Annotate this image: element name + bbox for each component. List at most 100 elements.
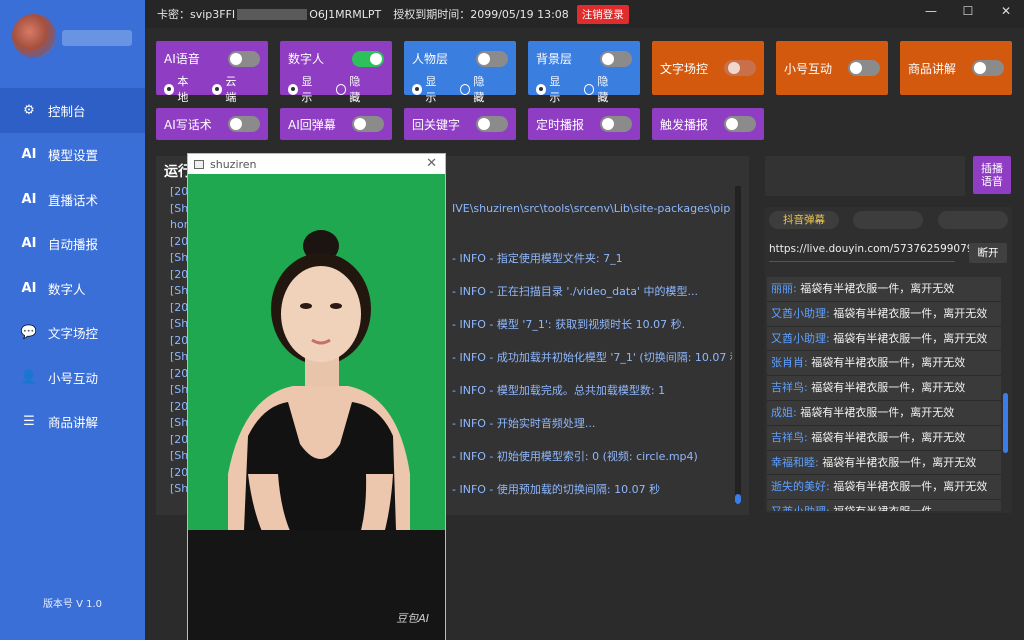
timed-broadcast-toggle[interactable] bbox=[600, 116, 632, 132]
close-icon[interactable]: ✕ bbox=[995, 4, 1017, 18]
danmu-message: 丽丽: 福袋有半裙衣服一件，离开无效 bbox=[767, 277, 1001, 302]
sidebar-item-live-script[interactable]: AI 直播话术 bbox=[0, 177, 145, 222]
digital-human-toggle[interactable] bbox=[352, 50, 384, 67]
danmu-scrollbar[interactable] bbox=[1003, 393, 1008, 453]
danmu-username: 又酋小助理: bbox=[771, 331, 830, 345]
maximize-icon[interactable]: ☐ bbox=[957, 4, 979, 18]
live-url-input[interactable]: https://live.douyin.com/573762599079 bbox=[769, 243, 973, 255]
preview-title-bar[interactable]: shuziren ✕ bbox=[188, 154, 445, 174]
tab-douyin-danmu[interactable]: 抖音弹幕 bbox=[769, 211, 839, 229]
keyword-reply-card: 回关键字 bbox=[404, 108, 516, 140]
preview-title: shuziren bbox=[210, 157, 257, 171]
radio-hide[interactable]: 隐藏 bbox=[460, 73, 494, 105]
background-layer-card: 背景层 显示 隐藏 bbox=[528, 41, 640, 104]
sidebar-item-alt-interaction[interactable]: 👤 小号互动 bbox=[0, 355, 145, 400]
ai-icon: AI bbox=[21, 236, 37, 252]
radio-dot-icon bbox=[336, 83, 347, 95]
sidebar-item-text-control[interactable]: 💬 文字场控 bbox=[0, 311, 145, 356]
logout-button[interactable]: 注销登录 bbox=[576, 4, 629, 24]
character-layer-toggle[interactable] bbox=[476, 50, 508, 67]
character-layer-label: 人物层 bbox=[412, 52, 449, 66]
text-control-label: 文字场控 bbox=[660, 61, 709, 76]
radio-label: 显示 bbox=[549, 75, 561, 104]
avatar[interactable] bbox=[12, 14, 56, 58]
radio-cloud[interactable]: 云端 bbox=[212, 73, 246, 105]
radio-dot-icon bbox=[460, 83, 471, 95]
background-layer-toggle[interactable] bbox=[600, 50, 632, 67]
keyword-reply-label: 回关键字 bbox=[412, 117, 461, 132]
digital-human-preview-window[interactable]: shuziren ✕ 豆包AI bbox=[187, 153, 446, 640]
trigger-broadcast-toggle[interactable] bbox=[724, 116, 756, 132]
radio-dot-icon bbox=[212, 83, 223, 95]
log-right-column: IVE\shuziren\src\tools\srcenv\Lib\site-p… bbox=[452, 201, 732, 498]
close-icon[interactable]: ✕ bbox=[426, 156, 437, 171]
danmu-text: 福袋有半裙衣服一件，离开无效 bbox=[807, 356, 966, 370]
timed-broadcast-card: 定时播报 bbox=[528, 108, 640, 140]
ai-voice-toggle[interactable] bbox=[228, 50, 260, 67]
url-underline bbox=[769, 261, 955, 262]
insert-voice-label-1: 插播 bbox=[981, 162, 1003, 175]
radio-show[interactable]: 显示 bbox=[536, 73, 570, 105]
background-layer-label: 背景层 bbox=[536, 52, 573, 66]
radio-dot-icon bbox=[584, 83, 595, 95]
danmu-message: 又酋小助理: 福袋有半裙衣服一件，离开无效 bbox=[767, 326, 1001, 352]
gear-icon: ⚙ bbox=[23, 102, 35, 118]
danmu-username: 成姐: bbox=[771, 405, 797, 419]
card-key-suffix: O6J1MRMLPT bbox=[309, 7, 382, 21]
text-control-toggle[interactable] bbox=[724, 60, 756, 76]
ai-voice-label: AI语音 bbox=[164, 52, 200, 66]
alt-interaction-card: 小号互动 bbox=[776, 41, 888, 95]
radio-label: 隐藏 bbox=[597, 75, 609, 104]
radio-show[interactable]: 显示 bbox=[288, 73, 322, 105]
danmu-message: 吉祥鸟: 福袋有半裙衣服一件，离开无效 bbox=[767, 376, 1001, 401]
ai-reply-toggle[interactable] bbox=[352, 116, 384, 132]
sidebar-item-label: 直播话术 bbox=[48, 192, 99, 208]
alt-interaction-toggle[interactable] bbox=[848, 60, 880, 76]
keyword-reply-toggle[interactable] bbox=[476, 116, 508, 132]
disconnect-button[interactable]: 断开 bbox=[969, 243, 1007, 263]
danmu-username: 吉祥鸟: bbox=[771, 430, 808, 444]
card-key-prefix: 卡密：svip3FFI bbox=[157, 8, 236, 21]
radio-show[interactable]: 显示 bbox=[412, 73, 446, 105]
scroll-thumb[interactable] bbox=[735, 494, 741, 504]
tab-empty-1[interactable] bbox=[853, 211, 923, 229]
insert-voice-button[interactable]: 插播 语音 bbox=[973, 156, 1011, 194]
chat-bubble-icon: 💬 bbox=[20, 325, 38, 341]
ai-icon: AI bbox=[21, 191, 37, 207]
sidebar-item-label: 小号互动 bbox=[48, 370, 99, 386]
product-explain-toggle[interactable] bbox=[972, 60, 1004, 76]
log-scrollbar[interactable] bbox=[735, 186, 741, 504]
sidebar-item-auto-broadcast[interactable]: AI 自动播报 bbox=[0, 222, 145, 267]
danmu-message: 又酋小助理: 福袋有半裙衣服一件，离开无效 bbox=[767, 301, 1001, 327]
radio-hide[interactable]: 隐藏 bbox=[336, 73, 370, 105]
character-layer-card: 人物层 显示 隐藏 bbox=[404, 41, 516, 104]
radio-local[interactable]: 本地 bbox=[164, 73, 198, 105]
ai-reply-label: AI回弹幕 bbox=[288, 117, 336, 132]
sidebar-item-label: 文字场控 bbox=[48, 326, 99, 342]
sidebar-item-dashboard[interactable]: ⚙ 控制台 bbox=[0, 88, 145, 133]
danmu-text: 福袋有半裙衣服一件，离开无效 bbox=[807, 381, 966, 395]
list-icon: ☰ bbox=[23, 414, 35, 430]
danmu-username: 又酋小助理: bbox=[771, 505, 830, 511]
version-label: 版本号 V 1.0 bbox=[42, 599, 103, 610]
danmu-username: 张肖肖: bbox=[771, 356, 808, 370]
sidebar-item-digital-human[interactable]: AI 数字人 bbox=[0, 266, 145, 311]
danmu-text: 福袋有半裙衣服一件，离开无效 bbox=[829, 306, 988, 320]
tab-empty-2[interactable] bbox=[938, 211, 1008, 229]
sidebar-item-model-settings[interactable]: AI 模型设置 bbox=[0, 133, 145, 178]
ai-script-toggle[interactable] bbox=[228, 116, 260, 132]
ai-icon: AI bbox=[21, 280, 37, 296]
log-line: - INFO - 开始实时音频处理... bbox=[452, 416, 596, 430]
insert-voice-input[interactable] bbox=[765, 156, 965, 196]
minimize-icon[interactable]: — bbox=[920, 4, 942, 18]
radio-hide[interactable]: 隐藏 bbox=[584, 73, 618, 105]
log-line: - INFO - 指定使用模型文件夹: 7_1 bbox=[452, 251, 623, 265]
text-control-card: 文字场控 bbox=[652, 41, 764, 95]
sidebar-item-product-explain[interactable]: ☰ 商品讲解 bbox=[0, 400, 145, 445]
digital-human-card: 数字人 显示 隐藏 bbox=[280, 41, 392, 104]
